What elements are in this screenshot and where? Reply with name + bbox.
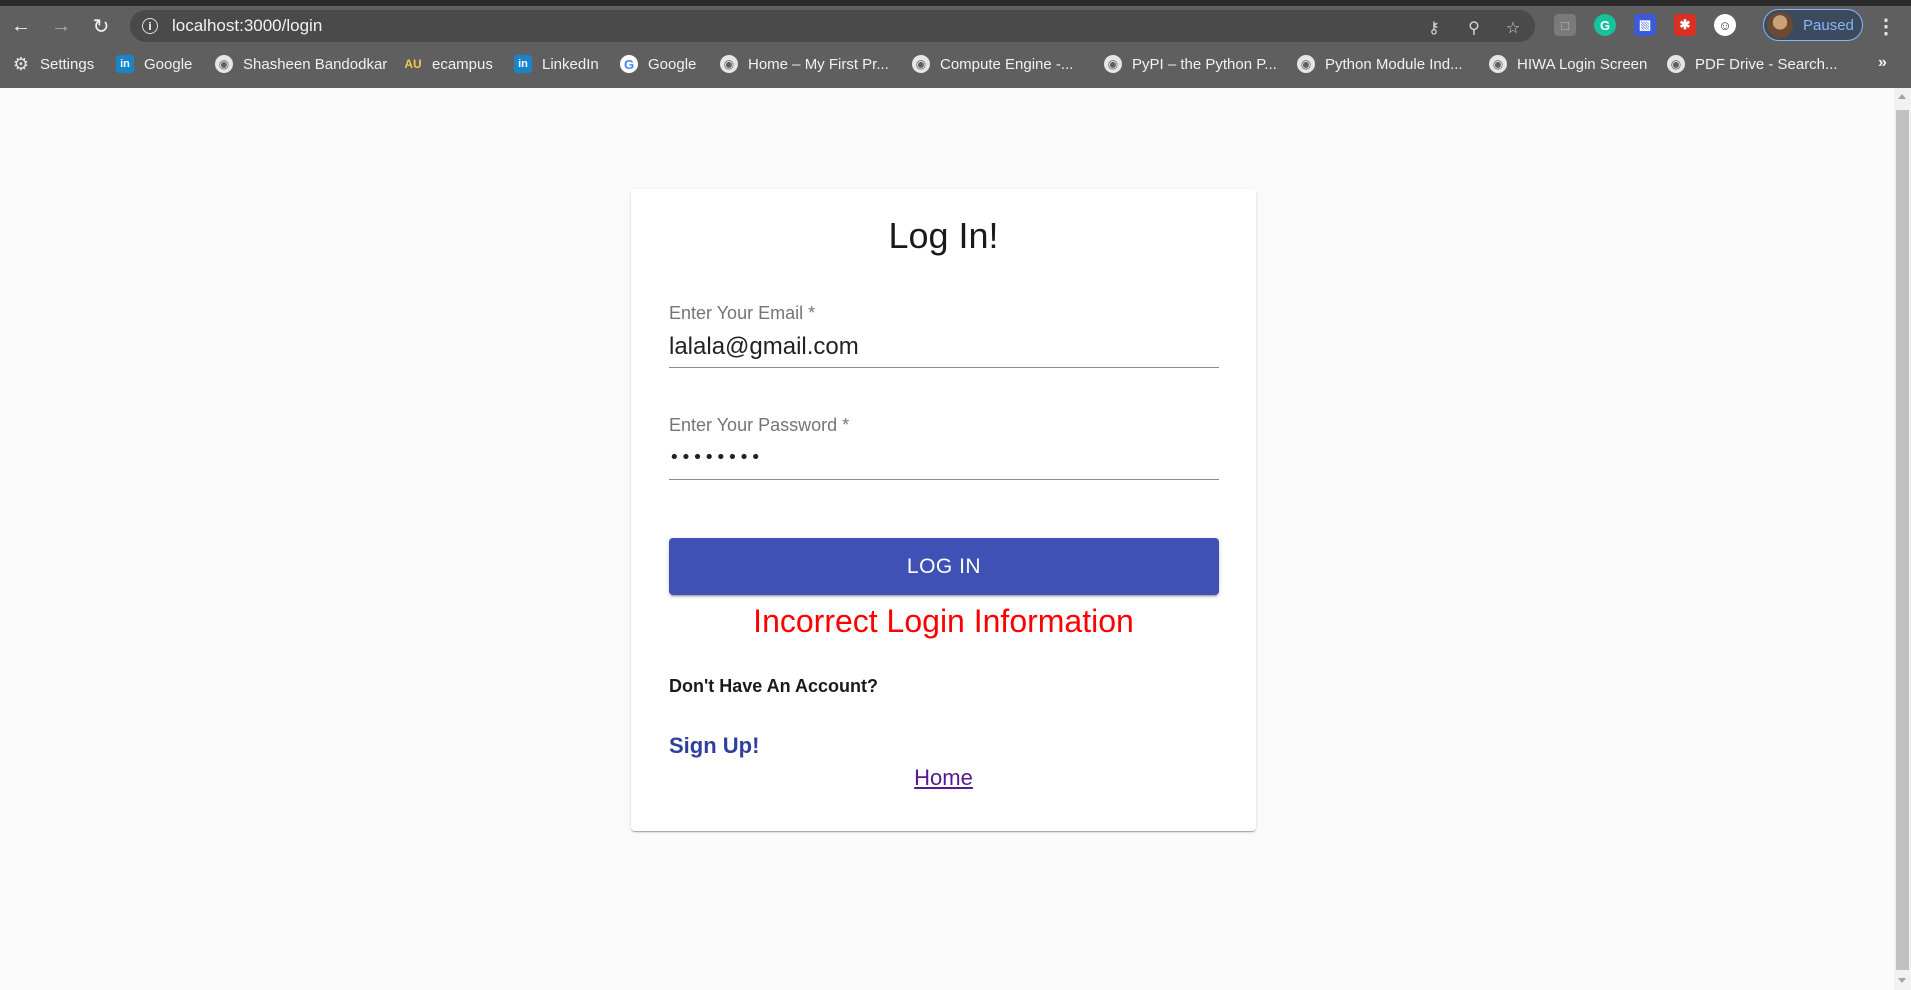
gear-icon: ⚙ — [12, 53, 30, 75]
page-scrollbar[interactable] — [1894, 88, 1911, 990]
linkedin-icon: in — [116, 55, 134, 73]
bookmark-label: Google — [648, 55, 697, 73]
browser-chrome: ← → ↻ i localhost:3000/login ⚷ ⚲ ☆ □ G ▧… — [0, 0, 1911, 88]
password-input[interactable]: •••••••• — [669, 447, 762, 468]
email-field[interactable]: Enter Your Email * — [669, 303, 1219, 373]
profile-button[interactable]: Paused — [1763, 9, 1863, 41]
book-extension-icon[interactable]: ▧ — [1634, 14, 1656, 36]
extension-icon[interactable]: □ — [1554, 14, 1576, 36]
password-underline — [669, 479, 1219, 480]
avatar — [1767, 12, 1793, 38]
globe-icon: ◉ — [912, 55, 930, 73]
bookmark-label: Google — [144, 55, 193, 73]
star-bookmark-icon[interactable]: ☆ — [1502, 16, 1524, 38]
signup-link[interactable]: Sign Up! — [669, 733, 759, 759]
bookmark-label: ecampus — [432, 55, 493, 73]
google-icon: G — [620, 55, 638, 73]
bookmark-settings[interactable]: ⚙ Settings — [12, 52, 94, 76]
email-underline — [669, 367, 1219, 368]
bookmarks-bar: ⚙ Settings in Google ◉ Shasheen Bandodka… — [0, 46, 1911, 82]
bookmark-linkedin[interactable]: in LinkedIn — [514, 52, 599, 76]
address-bar-url[interactable]: localhost:3000/login — [172, 16, 322, 36]
page-title: Log In! — [888, 215, 999, 256]
globe-icon: ◉ — [1297, 55, 1315, 73]
login-card: Log In! Enter Your Email * Enter Your Pa… — [631, 189, 1256, 831]
scroll-up-arrow-icon[interactable] — [1898, 94, 1906, 99]
back-arrow-icon[interactable]: ← — [7, 12, 35, 40]
profile-status: Paused — [1803, 16, 1854, 34]
bookmark-label: PyPI – the Python P... — [1132, 55, 1277, 73]
bookmark-label: PDF Drive - Search... — [1695, 55, 1838, 73]
bookmark-home-my-first[interactable]: ◉ Home – My First Pr... — [720, 52, 889, 76]
user-extension-icon[interactable]: ☺ — [1714, 14, 1736, 36]
password-field[interactable]: Enter Your Password * •••••••• — [669, 415, 1219, 485]
address-bar[interactable]: i localhost:3000/login ⚷ ⚲ ☆ — [130, 10, 1535, 42]
bookmark-label: LinkedIn — [542, 55, 599, 73]
scroll-down-arrow-icon[interactable] — [1898, 978, 1906, 983]
bookmark-label: Shasheen Bandodkar — [243, 55, 388, 73]
browser-menu-icon[interactable]: ⋮ — [1876, 14, 1896, 38]
globe-icon: ◉ — [1667, 55, 1685, 73]
home-link-wrapper: Home — [631, 765, 1256, 791]
globe-icon: ◉ — [1489, 55, 1507, 73]
bookmark-label: Home – My First Pr... — [748, 55, 889, 73]
bookmarks-overflow-icon[interactable]: » — [1878, 54, 1887, 72]
no-account-text: Don't Have An Account? — [669, 676, 878, 696]
scroll-thumb[interactable] — [1896, 110, 1909, 970]
site-info-icon[interactable]: i — [142, 18, 158, 34]
globe-icon: ◉ — [215, 55, 233, 73]
home-link[interactable]: Home — [914, 765, 973, 790]
password-label: Enter Your Password * — [669, 415, 850, 435]
linkedin-icon: in — [514, 55, 532, 73]
login-button[interactable]: LOG IN — [669, 538, 1219, 595]
email-label: Enter Your Email * — [669, 303, 816, 323]
au-icon: AU — [404, 57, 422, 71]
email-input[interactable] — [669, 327, 1219, 367]
grammarly-icon[interactable]: G — [1594, 14, 1616, 36]
bookmark-compute-engine[interactable]: ◉ Compute Engine -... — [912, 52, 1073, 76]
bookmark-label: Python Module Ind... — [1325, 55, 1463, 73]
bookmark-hiwa-login[interactable]: ◉ HIWA Login Screen — [1489, 52, 1647, 76]
error-message: Incorrect Login Information — [753, 603, 1134, 639]
forward-arrow-icon[interactable]: → — [47, 12, 75, 40]
puzzle-extension-icon[interactable]: ✱ — [1674, 14, 1696, 36]
globe-icon: ◉ — [1104, 55, 1122, 73]
browser-toolbar: ← → ↻ i localhost:3000/login ⚷ ⚲ ☆ □ G ▧… — [0, 6, 1911, 44]
bookmark-pdf-drive[interactable]: ◉ PDF Drive - Search... — [1667, 52, 1838, 76]
key-icon[interactable]: ⚷ — [1423, 16, 1445, 38]
bookmark-python-module-index[interactable]: ◉ Python Module Ind... — [1297, 52, 1463, 76]
bookmark-google-linkedin[interactable]: in Google — [116, 52, 192, 76]
bookmark-pypi[interactable]: ◉ PyPI – the Python P... — [1104, 52, 1277, 76]
bookmark-label: Compute Engine -... — [940, 55, 1074, 73]
bookmark-google[interactable]: G Google — [620, 52, 696, 76]
zoom-icon[interactable]: ⚲ — [1463, 16, 1485, 38]
bookmark-ecampus[interactable]: AU ecampus — [404, 52, 493, 76]
bookmark-label: HIWA Login Screen — [1517, 55, 1648, 73]
reload-icon[interactable]: ↻ — [87, 12, 115, 40]
bookmark-shasheen[interactable]: ◉ Shasheen Bandodkar — [215, 52, 387, 76]
bookmark-label: Settings — [40, 55, 95, 73]
globe-icon: ◉ — [720, 55, 738, 73]
